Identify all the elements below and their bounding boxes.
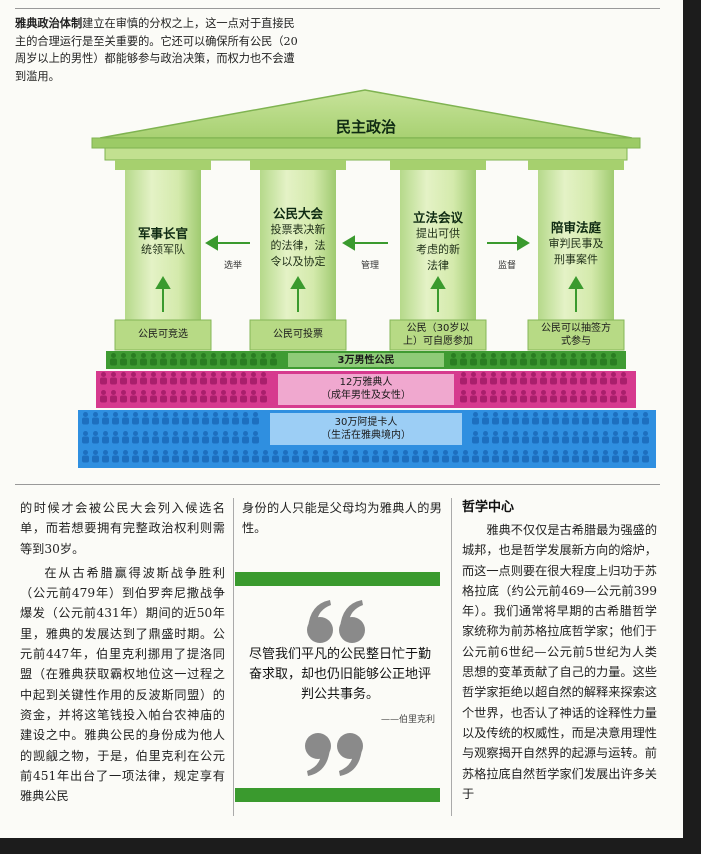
intro-bold-term: 雅典政治体制 bbox=[15, 17, 83, 30]
column-2: 身份的人只能是父母均为雅典人的男性。 bbox=[242, 498, 442, 539]
pillar-2-base: 公民可投票 bbox=[273, 329, 323, 340]
arrow-label-elect: 选举 bbox=[223, 261, 242, 271]
open-quote-icon bbox=[307, 600, 365, 643]
pillar-1-base: 公民可竞选 bbox=[138, 329, 188, 340]
column-divider-1 bbox=[233, 498, 234, 816]
page: 雅典政治体制建立在审慎的分权之上，这一点对于直接民主的合理运行是至关重要的。它还… bbox=[0, 0, 683, 838]
pillar-3-sub: 提出可供 考虑的新 法律 bbox=[416, 227, 460, 272]
roof-frieze bbox=[104, 147, 628, 161]
pillar-1-sub: 统领军队 bbox=[141, 243, 185, 256]
arrow-label-manage: 管理 bbox=[360, 261, 379, 271]
quote-bar-bottom bbox=[235, 788, 440, 802]
column-divider-2 bbox=[451, 498, 452, 816]
pillar-4-base: 公民可以抽签方 式参与 bbox=[541, 323, 611, 347]
column-3: 哲学中心 雅典不仅仅是古希腊最为强盛的城邦，也是哲学发展新方向的熔炉，而这一点则… bbox=[462, 498, 657, 804]
pillar-4-title: 陪审法庭 bbox=[550, 220, 601, 235]
arrow-label-supervise: 监督 bbox=[497, 261, 516, 271]
tier-pink-label: 12万雅典人 （成年男性及女性） bbox=[321, 377, 411, 401]
top-rule bbox=[15, 8, 660, 9]
pillar-3-title: 立法会议 bbox=[412, 210, 463, 225]
close-quote-icon bbox=[305, 733, 363, 776]
pillar-2-title: 公民大会 bbox=[272, 206, 323, 221]
up-arrows bbox=[155, 276, 584, 312]
quote-bar-top bbox=[235, 572, 440, 586]
right-edge bbox=[683, 0, 701, 854]
side-arrows bbox=[205, 235, 530, 251]
tier-blue-label: 30万阿提卡人 （生活在雅典境内） bbox=[321, 417, 411, 441]
pillar-4-sub: 审判民事及 刑事案件 bbox=[548, 237, 604, 266]
col1-paragraph-2: 在从古希腊赢得波斯战争胜利（公元前479年）到伯罗奔尼撒战争爆发（公元前431年… bbox=[20, 565, 225, 804]
intro-paragraph: 雅典政治体制建立在审慎的分权之上，这一点对于直接民主的合理运行是至关重要的。它还… bbox=[15, 15, 305, 85]
col2-paragraph-1: 身份的人只能是父母均为雅典人的男性。 bbox=[242, 501, 442, 536]
pillar-2-sub: 投票表决新 的法律，法 令以及协定 bbox=[270, 223, 326, 268]
col3-paragraph-1: 雅典不仅仅是古希腊最为强盛的城邦，也是哲学发展新方向的熔炉，而这一点则要在很大程… bbox=[462, 523, 658, 801]
col1-paragraph-1: 的时候才会被公民大会列入候选名单，而若想要拥有完整政治权利则需等到30岁。 bbox=[20, 501, 225, 556]
roof-cornice bbox=[91, 137, 641, 149]
section-rule bbox=[15, 484, 660, 485]
pericles-quote: 尽管我们平凡的公民整日忙于勤奋求取，却也仍旧能够公正地评判公共事务。 bbox=[248, 647, 431, 702]
tier-green-label: 3万男性公民 bbox=[337, 355, 395, 366]
pillar-1-title: 军事长官 bbox=[137, 226, 188, 241]
democracy-temple-diagram: 民主政治 军事长官 统领军队 公民可竞选 公民大会 投票表决新 的法律，法 令以及协… bbox=[70, 88, 662, 474]
philosophy-heading: 哲学中心 bbox=[462, 500, 515, 515]
pillar-3-base: 公民（30岁以 上）可自愿参加 bbox=[403, 323, 473, 347]
roof-title: 民主政治 bbox=[335, 118, 396, 136]
column-1: 的时候才会被公民大会列入候选名单，而若想要拥有完整政治权利则需等到30岁。 在从… bbox=[20, 498, 225, 806]
quote-author: ——伯里克利 bbox=[380, 715, 435, 725]
